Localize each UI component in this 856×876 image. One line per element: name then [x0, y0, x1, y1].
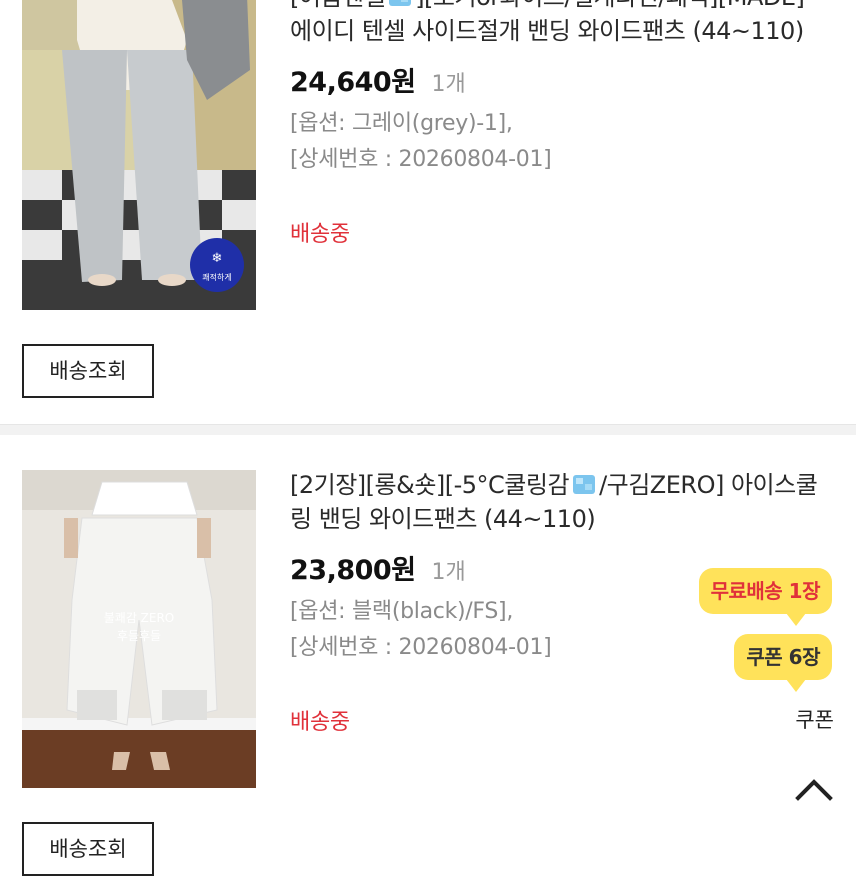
detail-number: [상세번호 : 20260804-01] [290, 147, 552, 172]
ice-cube-icon [573, 475, 596, 494]
product-title[interactable]: [여름텐셀][조거or와이드/절개라인/쾌적][MADE] 에이디 텐셀 사이드… [290, 0, 830, 48]
quantity: 1개 [431, 560, 466, 585]
image-overlay-text: 불쾌감 ZERO [104, 611, 175, 625]
title-text: [여름텐셀 [290, 0, 386, 11]
product-thumbnail[interactable]: 불쾌감 ZERO 후들후들 [22, 470, 256, 788]
title-text: [2기장][롱&숏][-5°C쿨링감 [290, 471, 570, 499]
svg-text:❄: ❄ [212, 251, 223, 266]
price: 23,800원 [290, 555, 416, 586]
quantity: 1개 [431, 72, 466, 97]
image-overlay-text: 후들후들 [117, 629, 161, 643]
chevron-up-icon[interactable] [792, 770, 836, 806]
coupon-button-label[interactable]: 쿠폰 [795, 704, 834, 734]
price: 24,640원 [290, 67, 416, 98]
option-text: [옵션: 그레이(grey)-1], [290, 111, 513, 136]
track-delivery-button[interactable]: 배송조회 [22, 822, 154, 876]
section-divider [0, 424, 856, 435]
product-title[interactable]: [2기장][롱&숏][-5°C쿨링감/구김ZERO] 아이스쿨링 밴딩 와이드팬… [290, 468, 830, 536]
order-info: [여름텐셀][조거or와이드/절개라인/쾌적][MADE] 에이디 텐셀 사이드… [290, 0, 830, 248]
ice-cube-icon [389, 0, 412, 6]
free-shipping-bubble[interactable]: 무료배송 1장 [698, 568, 832, 626]
track-delivery-button[interactable]: 배송조회 [22, 344, 154, 398]
product-thumbnail[interactable]: ❄ 쾌적하게 [22, 0, 256, 310]
delivery-status: 배송중 [290, 710, 350, 735]
cool-badge-label: 쾌적하게 [202, 272, 231, 282]
delivery-status: 배송중 [290, 222, 350, 247]
coupon-count-bubble[interactable]: 쿠폰 6장 [734, 634, 832, 692]
